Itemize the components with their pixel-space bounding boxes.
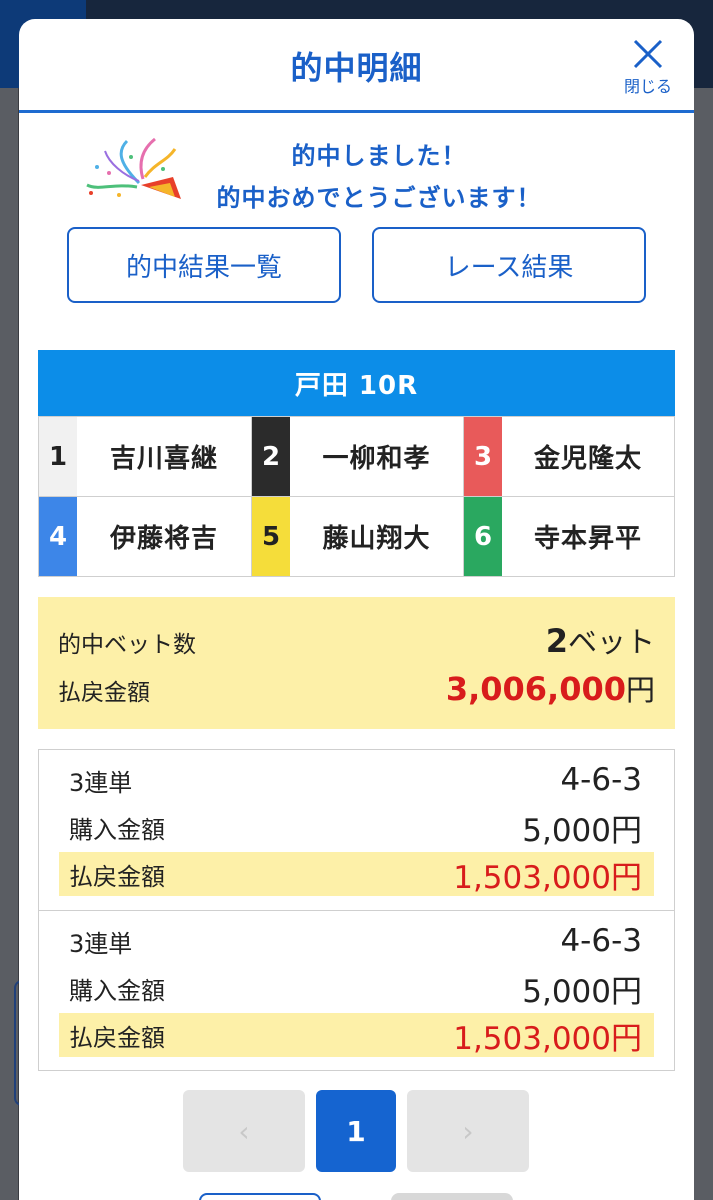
bottom-button-partial[interactable]	[199, 1193, 321, 1200]
racer-name: 吉川喜継	[109, 444, 218, 474]
next-page-button[interactable]: ›	[407, 1090, 529, 1172]
hit-list-button[interactable]: 的中結果一覧	[67, 227, 341, 303]
payout-row: 払戻金額 3,006,000円	[58, 667, 655, 709]
racer-5: 5 藤山翔大	[251, 496, 463, 576]
ticket-payout-row: 払戻金額 1,503,000円	[59, 852, 654, 896]
boat-number: 4	[39, 497, 77, 576]
bets-label: 的中ベット数	[58, 632, 196, 658]
racer-6: 6 寺本昇平	[463, 496, 674, 576]
payout-label: 払戻金額	[58, 680, 150, 706]
prev-page-button[interactable]: ‹	[183, 1090, 305, 1172]
race-result-button[interactable]: レース結果	[372, 227, 646, 303]
racer-name: 金児隆太	[533, 444, 642, 474]
bets-row: 的中ベット数 2ベット	[58, 619, 655, 661]
close-button[interactable]: 閉じる	[618, 37, 678, 97]
congrats-line-2: 的中おめでとうございます！	[216, 184, 542, 212]
payout-amount: 1,503,000円	[453, 1020, 642, 1057]
race-card: 戸田 10R 1 吉川喜継 2 一柳和孝 3 金児隆太 4 伊藤将吉 5 藤山翔大 6 寺本…	[38, 350, 675, 577]
congrats-line-1: 的中しました！	[291, 142, 467, 170]
payout-amount: 1,503,000円	[453, 859, 642, 896]
racer-name: 寺本昇平	[533, 524, 642, 554]
purchase-amount: 5,000円	[522, 812, 642, 849]
hit-details-modal: 的中明細 閉じる 的中しました！ 的中おめでとうございます！ 的中結果一覧 レー…	[19, 19, 694, 1200]
purchase-amount: 5,000円	[522, 973, 642, 1010]
ticket-payout-row: 払戻金額 1,503,000円	[59, 1013, 654, 1057]
boat-number: 3	[464, 417, 502, 496]
pagination: ‹ 1 ›	[19, 1090, 694, 1174]
purchase-label: 購入金額	[69, 976, 165, 1005]
congrats-text: 的中しました！ 的中おめでとうございます！	[169, 135, 589, 219]
bet-type: 3連単	[69, 929, 133, 958]
purchase-row: 購入金額 5,000円	[59, 966, 654, 1010]
race-title: 戸田 10R	[38, 350, 675, 416]
racer-grid: 1 吉川喜継 2 一柳和孝 3 金児隆太 4 伊藤将吉 5 藤山翔大 6 寺本昇平	[38, 416, 675, 577]
modal-header: 的中明細 閉じる	[19, 19, 694, 113]
action-buttons: 的中結果一覧 レース結果	[19, 223, 694, 317]
racer-2: 2 一柳和孝	[251, 416, 463, 496]
chevron-left-icon: ‹	[238, 1114, 250, 1148]
boat-number: 6	[464, 497, 502, 576]
combination: 4-6-3	[560, 923, 642, 959]
ticket-list: 3連単 4-6-3 購入金額 5,000円 払戻金額 1,503,000円 3連単 4-…	[38, 749, 675, 1071]
ticket-item: 3連単 4-6-3 購入金額 5,000円 払戻金額 1,503,000円	[39, 910, 674, 1070]
racer-1: 1 吉川喜継	[39, 416, 251, 496]
hit-summary: 的中ベット数 2ベット 払戻金額 3,006,000円	[38, 597, 675, 729]
purchase-row: 購入金額 5,000円	[59, 805, 654, 849]
ticket-type-row: 3連単 4-6-3	[59, 758, 654, 802]
modal-title: 的中明細	[290, 49, 423, 87]
payout-label: 払戻金額	[69, 1023, 165, 1052]
bets-count: 2	[545, 622, 568, 660]
page-1-button[interactable]: 1	[316, 1090, 396, 1172]
racer-4: 4 伊藤将吉	[39, 496, 251, 576]
racer-name: 藤山翔大	[322, 524, 431, 554]
boat-number: 1	[39, 417, 77, 496]
bet-type: 3連単	[69, 768, 133, 797]
payout-label: 払戻金額	[69, 862, 165, 891]
purchase-label: 購入金額	[69, 815, 165, 844]
ticket-item: 3連単 4-6-3 購入金額 5,000円 払戻金額 1,503,000円	[39, 750, 674, 910]
background-right-edge	[693, 88, 713, 1200]
payout-unit: 円	[625, 673, 655, 707]
close-label: 閉じる	[623, 77, 672, 96]
payout-total: 3,006,000	[445, 670, 626, 708]
boat-number: 2	[252, 417, 290, 496]
chevron-right-icon: ›	[462, 1114, 474, 1148]
racer-3: 3 金児隆太	[463, 416, 674, 496]
bottom-button-partial-2[interactable]	[391, 1193, 513, 1200]
ticket-type-row: 3連単 4-6-3	[59, 919, 654, 963]
combination: 4-6-3	[560, 762, 642, 798]
bets-unit: ベット	[567, 625, 655, 659]
racer-name: 伊藤将吉	[109, 524, 218, 554]
racer-name: 一柳和孝	[322, 444, 431, 474]
congrats-message: 的中しました！ 的中おめでとうございます！	[19, 113, 694, 223]
close-icon	[633, 39, 663, 69]
boat-number: 5	[252, 497, 290, 576]
